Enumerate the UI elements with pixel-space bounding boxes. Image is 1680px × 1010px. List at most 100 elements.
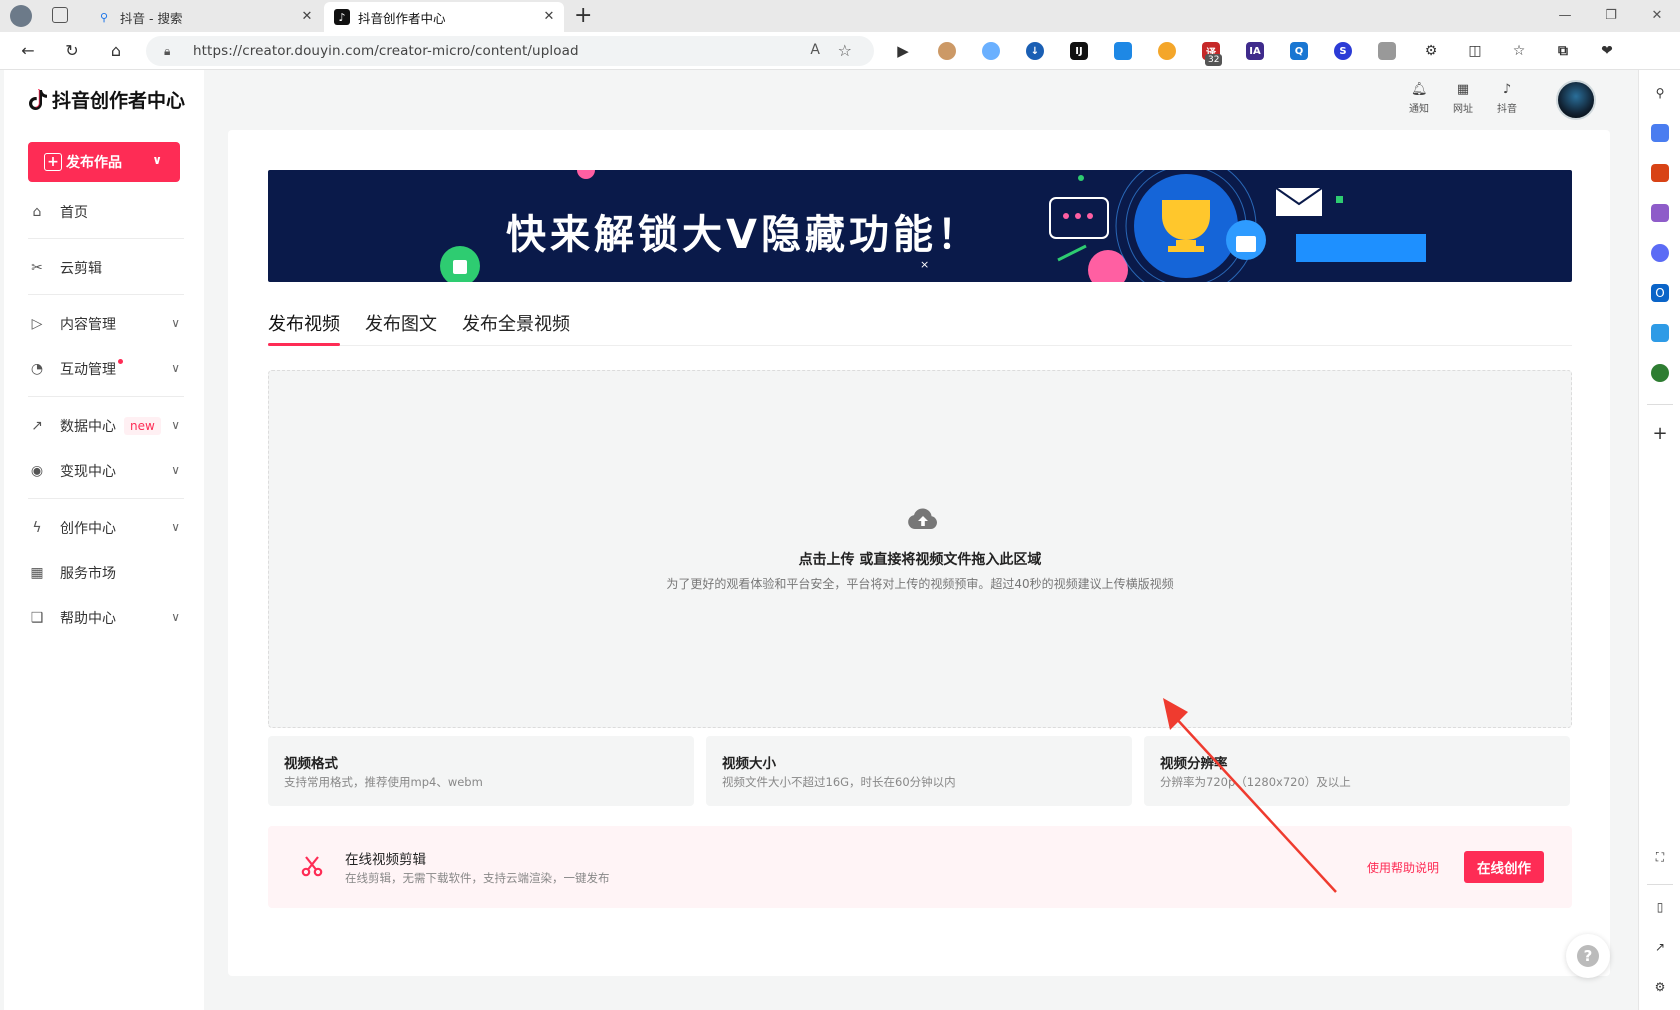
chevron-down-icon: ∨ [171,418,180,432]
sidebar-item-cloud-edit[interactable]: ✂ 云剪辑 [28,250,184,286]
plus-icon: + [44,153,62,171]
performance-icon[interactable]: ❤ [1598,42,1616,60]
publish-tabs: 发布视频 发布图文 发布全景视频 [268,304,1572,346]
publish-work-button[interactable]: + 发布作品 ∨ [28,142,180,182]
play-extension-icon[interactable]: ▶ [894,42,912,60]
chevron-down-icon: ∨ [152,153,162,167]
close-tab-icon[interactable]: ✕ [542,10,556,24]
brand-title: 抖音创作者中心 [52,90,186,112]
spec-title: 视频大小 [722,756,776,772]
address-toolbar: ← ↻ ⌂ 🔒︎ https://creator.douyin.com/crea… [0,32,1680,70]
online-edit-title: 在线视频剪辑 [345,852,426,868]
external-link-icon[interactable]: ↗ [1651,938,1669,956]
bird-extension-icon[interactable] [1114,42,1132,60]
screenshot-icon[interactable]: ⛶ [1651,848,1669,866]
tab-title: 抖音创作者中心 [358,10,446,26]
url-text[interactable]: https://creator.douyin.com/creator-micro… [193,43,579,59]
sidebar-item-service-market[interactable]: ▦ 服务市场 [28,555,184,591]
banner-close-icon[interactable]: × [920,258,929,271]
online-edit-desc: 在线剪辑，无需下载软件，支持云端渲染，一键发布 [345,871,610,885]
outlook-icon[interactable]: O [1651,284,1669,302]
magnifier-extension-icon[interactable] [982,42,1000,60]
close-window-icon[interactable]: ✕ [1649,8,1665,23]
new-tab-button[interactable]: + [574,3,592,28]
idea-extension-icon[interactable]: IJ [1070,42,1088,60]
back-icon[interactable]: ← [18,41,38,61]
interaction-icon: ◔ [30,361,44,377]
browser-tab-search[interactable]: ⚲ 抖音 - 搜索 ✕ [86,2,322,32]
settings-icon[interactable]: ⚙ [1651,978,1669,996]
split-screen-icon[interactable]: ◫ [1466,42,1484,60]
tab-publish-panorama[interactable]: 发布全景视频 [462,310,570,336]
search-icon: ⚲ [99,10,109,24]
sidebar-divider [28,238,184,239]
sidebar-item-help-center[interactable]: ❑ 帮助中心 ∨ [28,600,184,636]
puzzle-extensions-icon[interactable]: ⚙ [1422,42,1440,60]
download-extension-icon[interactable]: ↓ [1026,42,1044,60]
sidebar-item-creation-center[interactable]: ϟ 创作中心 ∨ [28,510,184,546]
shield-extension-icon[interactable] [1158,42,1176,60]
reader-extension-icon[interactable] [1378,42,1396,60]
grid-icon: ▦ [1456,82,1470,97]
sites-button[interactable]: ▦ 网址 [1448,80,1478,115]
online-create-button[interactable]: 在线创作 [1464,851,1544,883]
sidebar-item-content-management[interactable]: ▷ 内容管理 ∨ [28,306,184,342]
sidebar-item-label: 云剪辑 [60,261,102,277]
banner-headline: 快来解锁大V隐藏功能！ [506,212,981,258]
face-extension-icon[interactable] [938,42,956,60]
copilot-icon[interactable] [1651,244,1669,262]
url-field[interactable]: 🔒︎ https://creator.douyin.com/creator-mi… [146,36,874,66]
notify-button[interactable]: 🔔︎ 通知 [1404,80,1434,115]
search-icon[interactable]: ⚲ [1651,84,1669,102]
sidebar-item-data-center[interactable]: ↗ 数据中心 new ∨ [28,408,184,444]
lock-icon[interactable]: 🔒︎ [164,44,170,59]
sidebar-item-monetize[interactable]: ◉ 变现中心 ∨ [28,453,184,489]
restore-icon[interactable]: ❐ [1603,8,1619,23]
user-avatar[interactable] [1556,80,1596,120]
profile-avatar[interactable] [10,5,32,27]
send-icon[interactable] [1651,324,1669,342]
extension-badge: 32 [1205,54,1223,66]
sidebar-item-label: 内容管理 [60,317,116,333]
collections-icon[interactable]: ⧉ [1554,42,1572,60]
promo-banner[interactable]: 快来解锁大V隐藏功能！ × [268,170,1572,282]
home-icon[interactable]: ⌂ [106,41,126,61]
tab-publish-image[interactable]: 发布图文 [365,310,437,336]
read-aloud-icon[interactable]: A [810,42,820,58]
tag-icon[interactable] [1651,124,1669,142]
favorites-icon[interactable]: ☆ [1510,42,1528,60]
s-extension-icon[interactable]: S [1334,42,1352,60]
sidebar-item-interaction[interactable]: ◔ 互动管理 ∨ [28,351,184,387]
sidebar-item-home[interactable]: ⌂ 首页 [28,194,184,230]
new-badge: new [124,417,161,435]
add-icon[interactable]: + [1651,423,1669,444]
upload-dropzone[interactable]: 点击上传 或直接将视频文件拖入此区域 为了更好的观看体验和平台安全，平台将对上传… [268,370,1572,728]
help-link[interactable]: 使用帮助说明 [1367,859,1439,876]
spec-title: 视频格式 [284,756,338,772]
browser-tab-creator[interactable]: ♪ 抖音创作者中心 ✕ [324,2,564,32]
spec-video-size: 视频大小 视频文件大小不超过16G，时长在60分钟以内 [706,736,1132,806]
chess-icon[interactable] [1651,204,1669,222]
tab-publish-video[interactable]: 发布视频 [268,310,340,336]
close-tab-icon[interactable]: ✕ [300,10,314,24]
workspaces-icon[interactable] [52,7,68,23]
spec-desc: 支持常用格式，推荐使用mp4、webm [284,775,483,789]
cloud-upload-icon [908,508,937,529]
reload-icon[interactable]: ↻ [62,41,82,61]
minimize-icon[interactable]: — [1557,8,1573,23]
favorite-star-icon[interactable]: ☆ [838,41,852,60]
chart-icon: ↗ [31,418,43,434]
sidebar-item-label: 帮助中心 [60,611,116,627]
help-fab[interactable]: ? [1566,934,1610,978]
chevron-down-icon: ∨ [171,463,180,477]
monetize-icon: ◉ [30,463,44,479]
tree-icon[interactable] [1651,364,1669,382]
q-extension-icon[interactable]: Q [1290,42,1308,60]
brand-logo[interactable]: 抖音创作者中心 [28,86,185,113]
panel-icon[interactable]: ▯ [1651,898,1669,916]
chevron-down-icon: ∨ [171,610,180,624]
douyin-button[interactable]: ♪ 抖音 [1492,80,1522,115]
notify-label: 通知 [1409,104,1429,115]
briefcase-icon[interactable] [1651,164,1669,182]
ia-extension-icon[interactable]: IA [1246,42,1264,60]
